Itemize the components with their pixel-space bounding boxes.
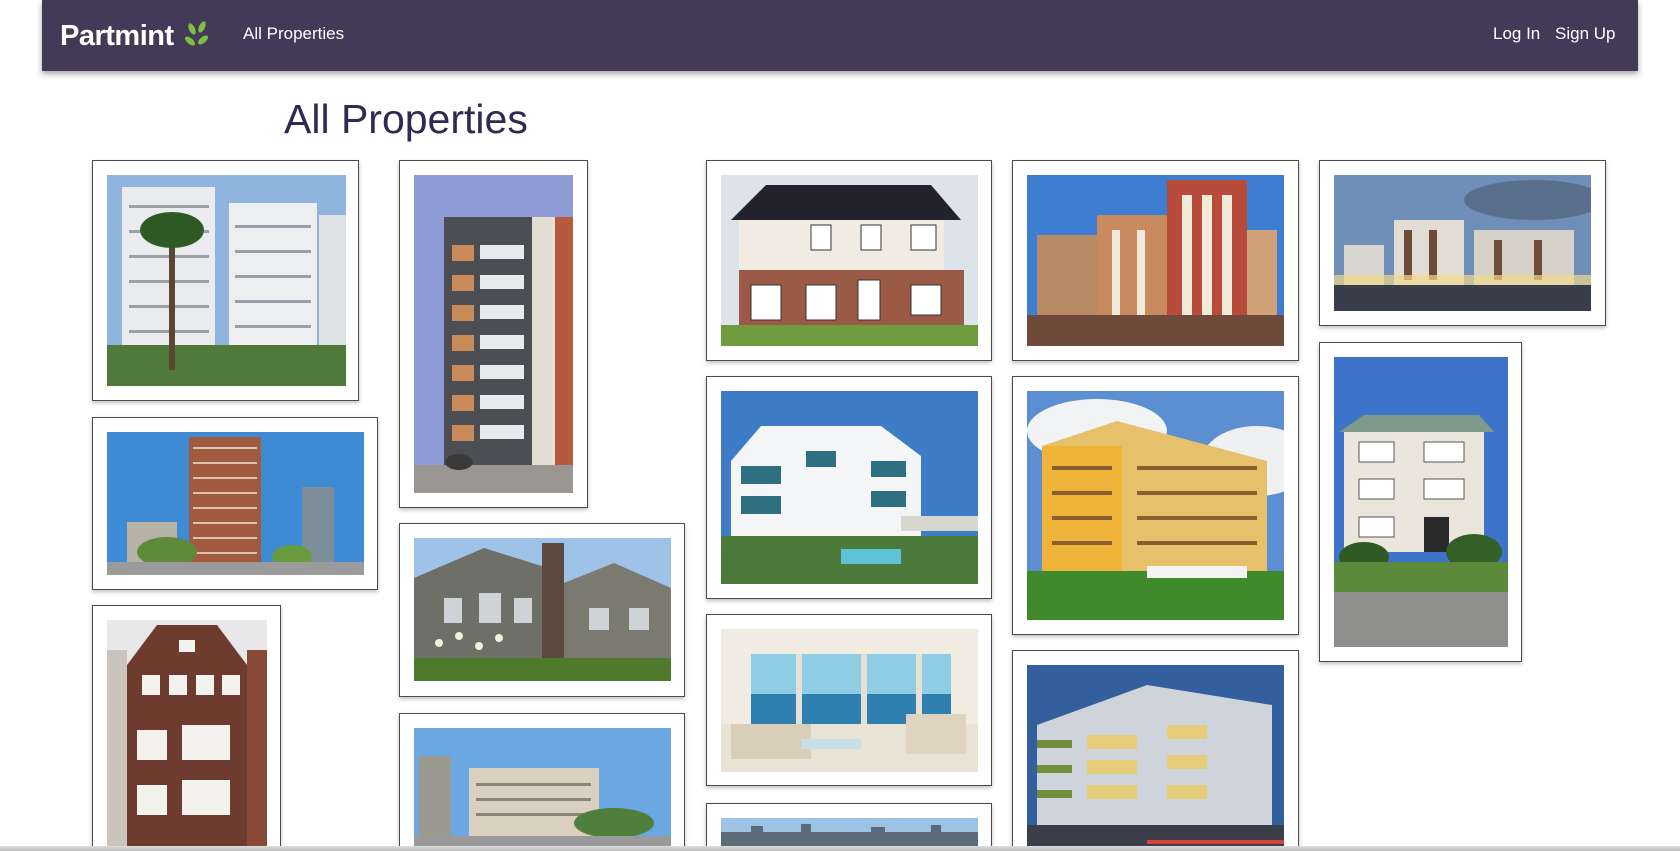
property-glass-corner-building xyxy=(1027,665,1284,850)
property-red-brick-apartments xyxy=(1027,175,1284,346)
property-card[interactable] xyxy=(399,713,685,851)
property-white-seaside-villa xyxy=(721,391,978,584)
property-gray-townhomes xyxy=(414,538,671,681)
brand-logo[interactable]: Partmint xyxy=(60,16,210,56)
property-card[interactable] xyxy=(706,614,992,786)
property-card[interactable] xyxy=(1319,342,1522,662)
page-title: All Properties xyxy=(284,96,528,142)
property-two-story-house xyxy=(721,175,978,346)
property-card[interactable] xyxy=(92,605,281,851)
nav-all-properties[interactable]: All Properties xyxy=(243,24,344,44)
property-brick-townhouse xyxy=(107,620,267,850)
property-card[interactable] xyxy=(1012,376,1299,635)
property-yellow-apartments xyxy=(1027,391,1284,620)
brand-name: Partmint xyxy=(60,19,174,52)
window-bottom-edge xyxy=(0,846,1680,851)
leaf-icon xyxy=(184,21,208,46)
property-card[interactable] xyxy=(399,523,685,697)
property-card[interactable] xyxy=(1319,160,1606,326)
property-card[interactable] xyxy=(399,160,588,508)
property-modern-complex-dusk xyxy=(1334,175,1591,311)
property-card[interactable] xyxy=(92,160,359,401)
property-brick-tower-skyline xyxy=(107,432,364,575)
top-navbar: Partmint All Properties Log In Sign Up xyxy=(42,0,1638,71)
property-card[interactable] xyxy=(706,160,992,361)
property-office-block-street xyxy=(414,728,671,850)
property-card[interactable] xyxy=(1012,650,1299,851)
property-gray-slim-tower xyxy=(414,175,573,493)
signup-link[interactable]: Sign Up xyxy=(1555,24,1615,44)
property-three-story-house xyxy=(1334,357,1508,647)
property-card[interactable] xyxy=(706,376,992,599)
property-card[interactable] xyxy=(706,803,992,851)
property-ocean-view-interior xyxy=(721,629,978,772)
property-card[interactable] xyxy=(92,417,378,590)
property-card[interactable] xyxy=(1012,160,1299,361)
property-white-highrise-palm xyxy=(107,175,346,386)
login-link[interactable]: Log In xyxy=(1493,24,1540,44)
